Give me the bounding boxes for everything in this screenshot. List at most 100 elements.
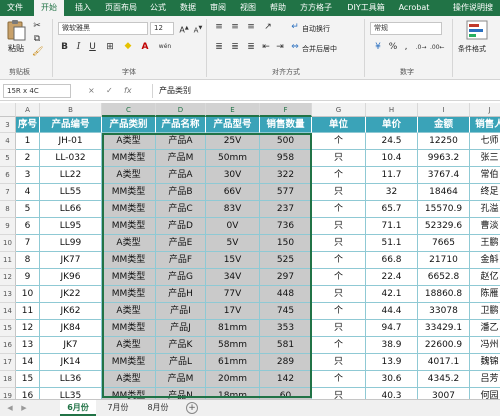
table-cell[interactable]: 16 bbox=[16, 388, 40, 399]
table-cell[interactable]: 142 bbox=[260, 371, 312, 388]
table-cell[interactable]: JK14 bbox=[40, 354, 102, 371]
table-cell[interactable]: 12 bbox=[16, 320, 40, 337]
comma-style-button[interactable]: , bbox=[402, 42, 410, 52]
fill-color-icon[interactable]: ◆ bbox=[122, 41, 134, 51]
table-cell[interactable]: 产品E bbox=[156, 235, 206, 252]
row-header[interactable]: 10 bbox=[0, 235, 16, 252]
table-cell[interactable]: 237 bbox=[260, 201, 312, 218]
align-bottom-icon[interactable]: ≡ bbox=[244, 22, 258, 32]
table-header-cell[interactable]: 产品名称 bbox=[156, 117, 206, 133]
table-cell[interactable]: 吕芳 bbox=[470, 371, 500, 388]
merge-center-icon[interactable]: ⇔ bbox=[290, 42, 300, 52]
table-cell[interactable]: 12250 bbox=[418, 133, 470, 150]
table-cell[interactable]: 产品C bbox=[156, 201, 206, 218]
table-cell[interactable]: 38.9 bbox=[366, 337, 418, 354]
table-cell[interactable]: 1 bbox=[16, 133, 40, 150]
table-cell[interactable]: 个 bbox=[312, 269, 366, 286]
table-cell[interactable]: 王鹏 bbox=[470, 235, 500, 252]
table-cell[interactable]: 9963.2 bbox=[418, 150, 470, 167]
table-cell[interactable]: 20mm bbox=[206, 371, 260, 388]
table-cell[interactable]: 297 bbox=[260, 269, 312, 286]
table-cell[interactable]: 32 bbox=[366, 184, 418, 201]
wrap-text-button[interactable]: 自动换行 bbox=[302, 24, 330, 34]
table-cell[interactable]: 525 bbox=[260, 252, 312, 269]
table-cell[interactable]: 18860.8 bbox=[418, 286, 470, 303]
table-cell[interactable]: 终足 bbox=[470, 184, 500, 201]
table-header-cell[interactable]: 产品型号 bbox=[206, 117, 260, 133]
row-header[interactable]: 11 bbox=[0, 252, 16, 269]
align-left-icon[interactable]: ≣ bbox=[212, 42, 226, 52]
table-cell[interactable]: MM类型 bbox=[102, 286, 156, 303]
table-cell[interactable]: LL36 bbox=[40, 371, 102, 388]
table-cell[interactable]: 何园 bbox=[470, 388, 500, 399]
row-header[interactable]: 14 bbox=[0, 303, 16, 320]
phonetic-guide-icon[interactable]: wén bbox=[156, 42, 174, 52]
table-cell[interactable]: 21710 bbox=[418, 252, 470, 269]
table-cell[interactable]: MM类型 bbox=[102, 388, 156, 399]
table-cell[interactable]: LL-032 bbox=[40, 150, 102, 167]
conditional-format-button[interactable]: 条件格式 bbox=[458, 44, 486, 54]
table-cell[interactable]: 14 bbox=[16, 354, 40, 371]
table-cell[interactable]: 卫鹏 bbox=[470, 303, 500, 320]
table-cell[interactable]: MM类型 bbox=[102, 201, 156, 218]
table-cell[interactable]: 产品M bbox=[156, 371, 206, 388]
row-header[interactable]: 3 bbox=[0, 117, 16, 133]
table-cell[interactable]: 产品H bbox=[156, 286, 206, 303]
table-cell[interactable]: JK96 bbox=[40, 269, 102, 286]
table-cell[interactable]: 金斛 bbox=[470, 252, 500, 269]
table-cell[interactable]: 只 bbox=[312, 184, 366, 201]
table-cell[interactable]: MM类型 bbox=[102, 218, 156, 235]
paste-button[interactable]: 粘贴 bbox=[8, 43, 24, 54]
table-cell[interactable]: 40.3 bbox=[366, 388, 418, 399]
table-header-cell[interactable]: 金额 bbox=[418, 117, 470, 133]
table-cell[interactable]: 11 bbox=[16, 303, 40, 320]
table-cell[interactable]: 81mm bbox=[206, 320, 260, 337]
table-cell[interactable]: A类型 bbox=[102, 235, 156, 252]
table-cell[interactable]: 22600.9 bbox=[418, 337, 470, 354]
table-cell[interactable]: 736 bbox=[260, 218, 312, 235]
sheet-tab-august[interactable]: 8月份 bbox=[140, 400, 176, 416]
table-cell[interactable]: 10 bbox=[16, 286, 40, 303]
align-center-icon[interactable]: ≣ bbox=[228, 42, 242, 52]
row-header[interactable]: 6 bbox=[0, 167, 16, 184]
row-header[interactable]: 19 bbox=[0, 388, 16, 399]
table-cell[interactable]: 0V bbox=[206, 218, 260, 235]
table-cell[interactable]: A类型 bbox=[102, 167, 156, 184]
italic-button[interactable]: I bbox=[74, 42, 83, 52]
table-cell[interactable]: 孔溢 bbox=[470, 201, 500, 218]
tab-home[interactable]: 开始 bbox=[34, 0, 64, 16]
table-cell[interactable]: 15V bbox=[206, 252, 260, 269]
cut-icon[interactable]: ✂ bbox=[32, 21, 42, 31]
table-cell[interactable]: 83V bbox=[206, 201, 260, 218]
table-cell[interactable]: A类型 bbox=[102, 133, 156, 150]
table-cell[interactable]: 只 bbox=[312, 235, 366, 252]
table-cell[interactable]: 5V bbox=[206, 235, 260, 252]
table-header-cell[interactable]: 产品编号 bbox=[40, 117, 102, 133]
table-cell[interactable]: MM类型 bbox=[102, 184, 156, 201]
column-header-e[interactable]: E bbox=[206, 103, 260, 117]
table-cell[interactable]: 只 bbox=[312, 320, 366, 337]
enter-icon[interactable]: ✓ bbox=[106, 86, 113, 95]
table-cell[interactable]: A类型 bbox=[102, 337, 156, 354]
format-painter-icon[interactable]: 🖌 bbox=[32, 47, 43, 57]
table-cell[interactable]: LL66 bbox=[40, 201, 102, 218]
table-cell[interactable]: 33078 bbox=[418, 303, 470, 320]
table-cell[interactable]: 产品M bbox=[156, 150, 206, 167]
column-header-d[interactable]: D bbox=[156, 103, 206, 117]
table-cell[interactable]: 冯州 bbox=[470, 337, 500, 354]
sheet-tab-july[interactable]: 7月份 bbox=[100, 400, 136, 416]
table-cell[interactable]: MM类型 bbox=[102, 269, 156, 286]
tell-me-search[interactable]: 操作说明搜 bbox=[446, 0, 500, 16]
add-sheet-button[interactable]: + bbox=[186, 402, 198, 414]
table-cell[interactable]: 17V bbox=[206, 303, 260, 320]
column-header-h[interactable]: H bbox=[366, 103, 418, 117]
tab-page-layout[interactable]: 页面布局 bbox=[102, 0, 140, 16]
table-cell[interactable]: JK62 bbox=[40, 303, 102, 320]
column-header-i[interactable]: I bbox=[418, 103, 470, 117]
align-middle-icon[interactable]: ≡ bbox=[228, 22, 242, 32]
table-cell[interactable]: 51.1 bbox=[366, 235, 418, 252]
table-cell[interactable]: 陈雁 bbox=[470, 286, 500, 303]
row-header[interactable]: 18 bbox=[0, 371, 16, 388]
table-cell[interactable]: JK7 bbox=[40, 337, 102, 354]
table-cell[interactable]: JK22 bbox=[40, 286, 102, 303]
